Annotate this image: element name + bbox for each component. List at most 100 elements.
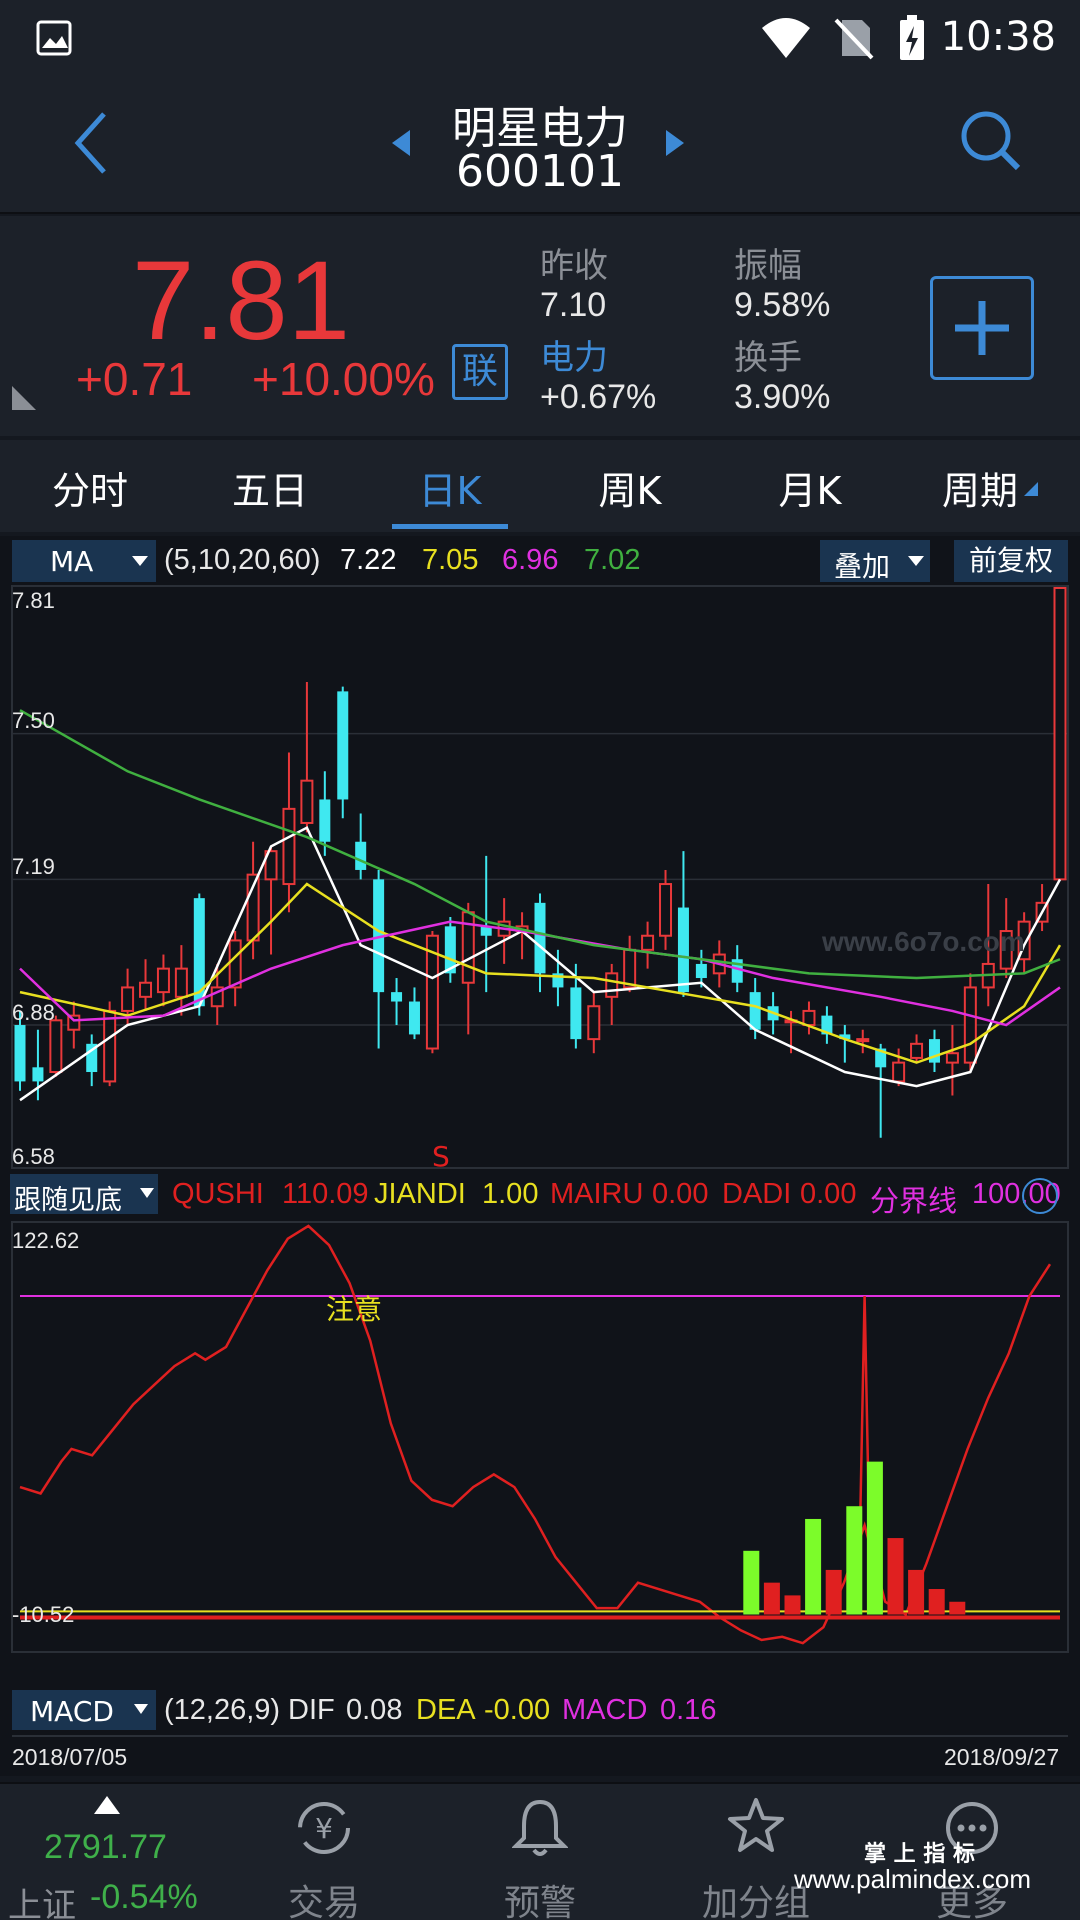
- signal-bar: [743, 1550, 760, 1615]
- candle-up: [282, 807, 296, 886]
- price-change: +0.71: [76, 353, 193, 405]
- candle-up: [856, 1038, 870, 1043]
- turnover-value: 3.90%: [734, 378, 831, 416]
- tab-intraday[interactable]: 分时: [30, 460, 150, 515]
- candle-up: [174, 967, 188, 998]
- sub-indicator-label: 跟随见底: [14, 1185, 122, 1216]
- battery-charging-icon: [900, 15, 924, 60]
- candle-up: [156, 967, 170, 994]
- nav-trade-label: 交易: [287, 1883, 360, 1920]
- price-change-percent: +10.00%: [252, 353, 435, 405]
- macd-params: (12,26,9): [164, 1694, 281, 1726]
- index-ticker[interactable]: 2791.77 上证 -0.54%: [0, 1784, 210, 1920]
- add-watchlist-button[interactable]: [930, 276, 1034, 380]
- candle-down: [391, 992, 403, 1002]
- macd-label: MACD: [562, 1694, 648, 1726]
- macd-value: 0.16: [660, 1694, 717, 1726]
- amplitude-label: 振幅: [734, 246, 802, 286]
- tab-daily-k[interactable]: 日K: [390, 460, 510, 515]
- chart-area: MA (5,10,20,60) 7.22 7.05 6.96 7.02 叠加 前…: [0, 536, 1080, 1776]
- kline-frame: [11, 585, 1069, 1169]
- plus-icon: [955, 301, 1009, 355]
- active-tab-indicator: [392, 524, 508, 529]
- jiandi-value: 1.00: [482, 1178, 539, 1210]
- kline-chart[interactable]: [0, 536, 1080, 1776]
- nav-trade[interactable]: ¥ 交易: [254, 1784, 394, 1920]
- period-dropdown-icon: [1024, 482, 1038, 496]
- candle-down: [749, 992, 761, 1030]
- corner-triangle-icon: [12, 386, 36, 410]
- signal-bar: [784, 1595, 801, 1615]
- dadi-label: DADI: [722, 1178, 792, 1210]
- signal-bar: [805, 1518, 822, 1615]
- sub-indicator-select[interactable]: 跟随见底: [10, 1174, 158, 1216]
- stock-code: 600101: [456, 146, 624, 197]
- index-name: 上证: [8, 1886, 76, 1920]
- price-tick-top: 7.81: [12, 588, 55, 613]
- price-tick-4: 6.88: [12, 1000, 55, 1025]
- price-tick-2: 7.50: [12, 708, 55, 733]
- star-icon: [728, 1798, 784, 1852]
- qushi-value: 110.09: [282, 1178, 369, 1210]
- quote-panel: 7.81 +0.71 +10.00% 联 昨收 7.10 电力 +0.67% 振…: [0, 216, 1080, 436]
- candle-up: [103, 1009, 117, 1083]
- nav-add-group[interactable]: 加分组: [686, 1784, 826, 1920]
- svg-text:¥: ¥: [315, 1812, 333, 1845]
- nav-alert[interactable]: 预警: [470, 1784, 610, 1920]
- period-tabs: 分时 五日 日K 周K 月K 周期: [0, 440, 1080, 532]
- candle-down: [355, 841, 367, 870]
- sector-change: +0.67%: [540, 378, 657, 416]
- candle-down: [534, 902, 546, 974]
- signal-bar: [887, 1538, 904, 1615]
- candle-up: [945, 1052, 959, 1064]
- candle-up: [49, 1019, 63, 1074]
- candle-up: [605, 972, 619, 998]
- next-stock-icon[interactable]: [664, 128, 686, 158]
- tab-monthly-k[interactable]: 月K: [750, 460, 870, 515]
- dea-label: DEA: [416, 1694, 476, 1726]
- candle-up: [802, 1009, 816, 1027]
- candle-up: [963, 986, 977, 1064]
- candle-up: [1053, 587, 1067, 881]
- image-notification-icon: [36, 20, 72, 56]
- bell-icon: [512, 1799, 568, 1856]
- mairu-value: 0.00: [652, 1178, 709, 1210]
- tab-period[interactable]: 周期: [920, 460, 1040, 515]
- current-price: 7.81: [132, 238, 350, 363]
- corner-watermark-url: www.palmindex.com: [794, 1864, 1031, 1894]
- dif-label: DIF: [288, 1694, 335, 1726]
- candle-up: [139, 981, 153, 998]
- candle-down: [928, 1039, 940, 1063]
- sector-label[interactable]: 电力: [540, 330, 608, 379]
- candle-down: [570, 987, 582, 1040]
- index-value: 2791.77: [44, 1828, 167, 1866]
- candle-up: [910, 1042, 924, 1059]
- tab-weekly-k[interactable]: 周K: [570, 460, 690, 515]
- header: 明星电力 600101: [0, 78, 1080, 214]
- settings-circle-icon[interactable]: [1020, 1176, 1060, 1216]
- sell-signal-marker: S: [432, 1140, 450, 1173]
- signal-bar: [825, 1569, 842, 1615]
- bottom-nav: 2791.77 上证 -0.54% ¥ 交易 预警 加分组 更多 掌 上 指 标…: [0, 1782, 1080, 1920]
- signal-bar: [866, 1461, 883, 1615]
- search-icon[interactable]: [958, 108, 1024, 174]
- qushi-label: QUSHI: [172, 1178, 264, 1210]
- candle-up: [641, 934, 655, 951]
- status-bar: 10:38: [0, 0, 1080, 78]
- macd-indicator-label: MACD: [30, 1695, 114, 1728]
- date-end: 2018/09/27: [944, 1744, 1060, 1770]
- macd-indicator-select[interactable]: MACD: [12, 1690, 156, 1730]
- signal-bar: [846, 1506, 863, 1615]
- prev-close-value: 7.10: [540, 286, 607, 324]
- tab-five-day[interactable]: 五日: [210, 460, 330, 515]
- linked-button[interactable]: 联: [452, 344, 508, 400]
- signal-bar: [949, 1601, 966, 1615]
- watermark: www.6o7o.com: [822, 926, 1025, 957]
- turnover-label: 换手: [734, 338, 802, 378]
- candle-up: [623, 948, 637, 989]
- date-start: 2018/07/05: [12, 1744, 128, 1770]
- up-arrow-icon: [94, 1796, 120, 1814]
- nav-alert-label: 预警: [503, 1883, 576, 1920]
- no-sim-icon: [834, 18, 874, 60]
- candle-up: [228, 939, 242, 989]
